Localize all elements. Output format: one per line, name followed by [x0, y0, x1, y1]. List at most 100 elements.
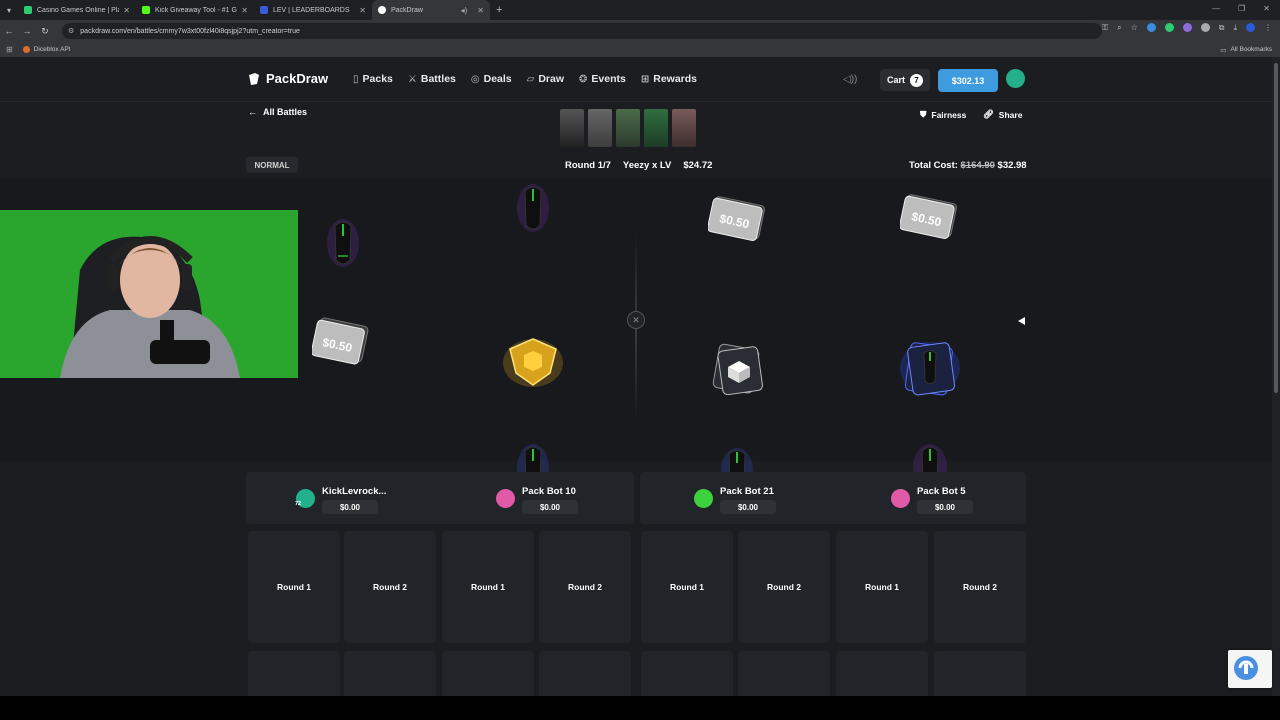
os-taskbar — [0, 696, 1280, 720]
nav-packs[interactable]: ▯ Packs — [353, 73, 393, 85]
share-label: Share — [998, 109, 1023, 120]
speaker-icon[interactable]: ◂) — [461, 6, 468, 15]
arrow-left-icon: ← — [248, 107, 257, 117]
winner-pointer-icon — [1018, 317, 1025, 325]
new-tab-button[interactable]: + — [496, 4, 502, 16]
back-label: All Battles — [263, 107, 308, 117]
user-avatar[interactable] — [1006, 69, 1025, 88]
round-cell: Round 1 — [641, 531, 733, 643]
tab-search-icon[interactable]: ▾ — [0, 0, 18, 20]
nav-deals[interactable]: ◎ Deals — [471, 73, 512, 85]
cart-label: Cart — [886, 75, 905, 85]
player-name: Pack Bot 10 — [522, 486, 576, 497]
bookmark-item[interactable]: Diceblox API — [22, 46, 71, 53]
browser-tab[interactable]: LEV | LEADERBOARDS ✕ — [254, 0, 372, 20]
player-name: KickLevrock... — [322, 486, 387, 497]
pack-thumbnail[interactable] — [672, 109, 696, 147]
tab-title: LEV | LEADERBOARDS — [273, 6, 350, 14]
nav-battles[interactable]: ⚔ Battles — [408, 73, 456, 85]
extension-icon[interactable] — [1164, 23, 1174, 32]
maximize-icon[interactable]: ❐ — [1238, 4, 1245, 13]
round-cell-empty — [934, 651, 1026, 696]
reload-icon[interactable]: ↻ — [36, 26, 54, 37]
profile-avatar[interactable] — [1246, 23, 1255, 32]
fairness-button[interactable]: ⛊ Fairness — [920, 109, 966, 120]
browser-tab-active[interactable]: PackDraw ◂) ✕ — [372, 0, 490, 20]
deals-icon: ◎ — [470, 73, 480, 85]
download-icon[interactable]: ⤓ — [1233, 23, 1237, 33]
round-cell-empty — [248, 651, 340, 696]
zoom-icon[interactable]: ⌕ — [1117, 23, 1121, 33]
main-nav: ▯ Packs ⚔ Battles ◎ Deals ▱ Draw ❂ Events ⊞ Re… — [353, 73, 697, 85]
extension-icon[interactable] — [1146, 23, 1156, 32]
minimize-icon[interactable]: — — [1212, 4, 1220, 13]
recaptcha-badge[interactable] — [1228, 650, 1272, 688]
tab-title: PackDraw — [391, 6, 423, 14]
round-cell: Round 1 — [836, 531, 928, 643]
share-button[interactable]: 🔗︎ Share — [983, 109, 1022, 120]
browser-tab[interactable]: Kick Giveaway Tool - #1 Givea ✕ — [136, 0, 254, 20]
player-card[interactable]: 72 KickLevrock... $0.00 — [295, 482, 486, 518]
pack-thumbnail[interactable] — [616, 109, 640, 147]
round-cell-empty — [738, 651, 830, 696]
site-logo[interactable]: PackDraw — [247, 71, 328, 86]
cart-button[interactable]: Cart 7 — [880, 69, 930, 91]
bookmark-label: Diceblox API — [33, 46, 71, 53]
nav-label: Rewards — [653, 73, 698, 85]
close-icon[interactable]: ✕ — [241, 6, 248, 15]
url-field[interactable]: ⚙ packdraw.com/en/battles/cmmy7w3xt00fzl… — [62, 23, 1102, 39]
total-cost-original: $164.90 — [960, 160, 995, 171]
balance-button[interactable]: $302.13 — [938, 69, 998, 92]
pack-price: $24.72 — [683, 160, 713, 171]
player-card[interactable]: Pack Bot 21 $0.00 — [694, 482, 884, 518]
player-balance: $0.00 — [522, 500, 578, 514]
ticket-item: $0.50 — [708, 196, 765, 241]
round-cell-empty — [641, 651, 733, 696]
forward-icon[interactable]: → — [18, 26, 36, 36]
pack-thumbnail[interactable] — [560, 109, 584, 147]
all-bookmarks-label: All Bookmarks — [1230, 46, 1272, 53]
tab-title: Casino Games Online | Play — [37, 6, 120, 14]
menu-icon[interactable]: ⋮ — [1264, 23, 1272, 33]
star-icon[interactable]: ☆ — [1131, 23, 1138, 33]
round-cell-empty — [539, 651, 631, 696]
browser-tab[interactable]: Casino Games Online | Play ✕ — [18, 0, 136, 20]
player-name: Pack Bot 5 — [917, 486, 966, 497]
white-box-card-item — [712, 343, 763, 395]
tab-title: Kick Giveaway Tool - #1 Givea — [155, 6, 237, 14]
gaming-mouse-card-item — [900, 342, 960, 396]
gold-mystery-box-item — [503, 338, 563, 387]
extension-icon[interactable] — [1182, 23, 1192, 32]
pack-icon: ▯ — [353, 73, 359, 85]
page-scrollbar[interactable] — [1272, 57, 1280, 696]
battle-mode-badge: NORMAL — [246, 157, 298, 173]
site-info-icon[interactable]: ⚙ — [68, 27, 74, 35]
nav-rewards[interactable]: ⊞ Rewards — [641, 73, 697, 85]
pack-thumbnail[interactable] — [588, 109, 612, 147]
close-window-icon[interactable]: ✕ — [1263, 4, 1270, 13]
apps-grid-icon[interactable]: ⊞ — [6, 45, 13, 54]
streamer-image — [0, 210, 298, 378]
nav-events[interactable]: ❂ Events — [579, 73, 626, 85]
address-bar-row: ← → ↻ ⚙ packdraw.com/en/battles/cmmy7w3x… — [0, 20, 1280, 42]
player-card[interactable]: Pack Bot 5 $0.00 — [891, 482, 1081, 518]
url-text: packdraw.com/en/battles/cmmy7w3xt00fzl40… — [80, 27, 300, 35]
nav-draw[interactable]: ▱ Draw — [527, 73, 564, 85]
puzzle-icon[interactable]: ⧉ — [1219, 23, 1225, 33]
all-bookmarks[interactable]: ▭ All Bookmarks — [1220, 46, 1272, 54]
close-icon[interactable]: ✕ — [477, 6, 484, 15]
close-icon[interactable]: ✕ — [123, 6, 130, 15]
scrollbar-thumb[interactable] — [1274, 63, 1278, 393]
back-icon[interactable]: ← — [0, 26, 18, 36]
round-counter: Round 1/7 — [565, 160, 611, 171]
sound-toggle-icon[interactable]: ◁)) — [843, 74, 857, 85]
nav-label: Battles — [420, 73, 456, 85]
all-battles-link[interactable]: ← All Battles — [248, 107, 307, 117]
ticket-item: $0.50 — [312, 317, 369, 365]
close-icon[interactable]: ✕ — [359, 6, 366, 15]
player-card[interactable]: Pack Bot 10 $0.00 — [496, 482, 686, 518]
gaming-mouse-item — [327, 219, 359, 267]
extension-icon[interactable] — [1200, 23, 1210, 32]
pack-thumbnail[interactable] — [644, 109, 668, 147]
password-key-icon[interactable]: ⚿ — [1102, 23, 1108, 33]
